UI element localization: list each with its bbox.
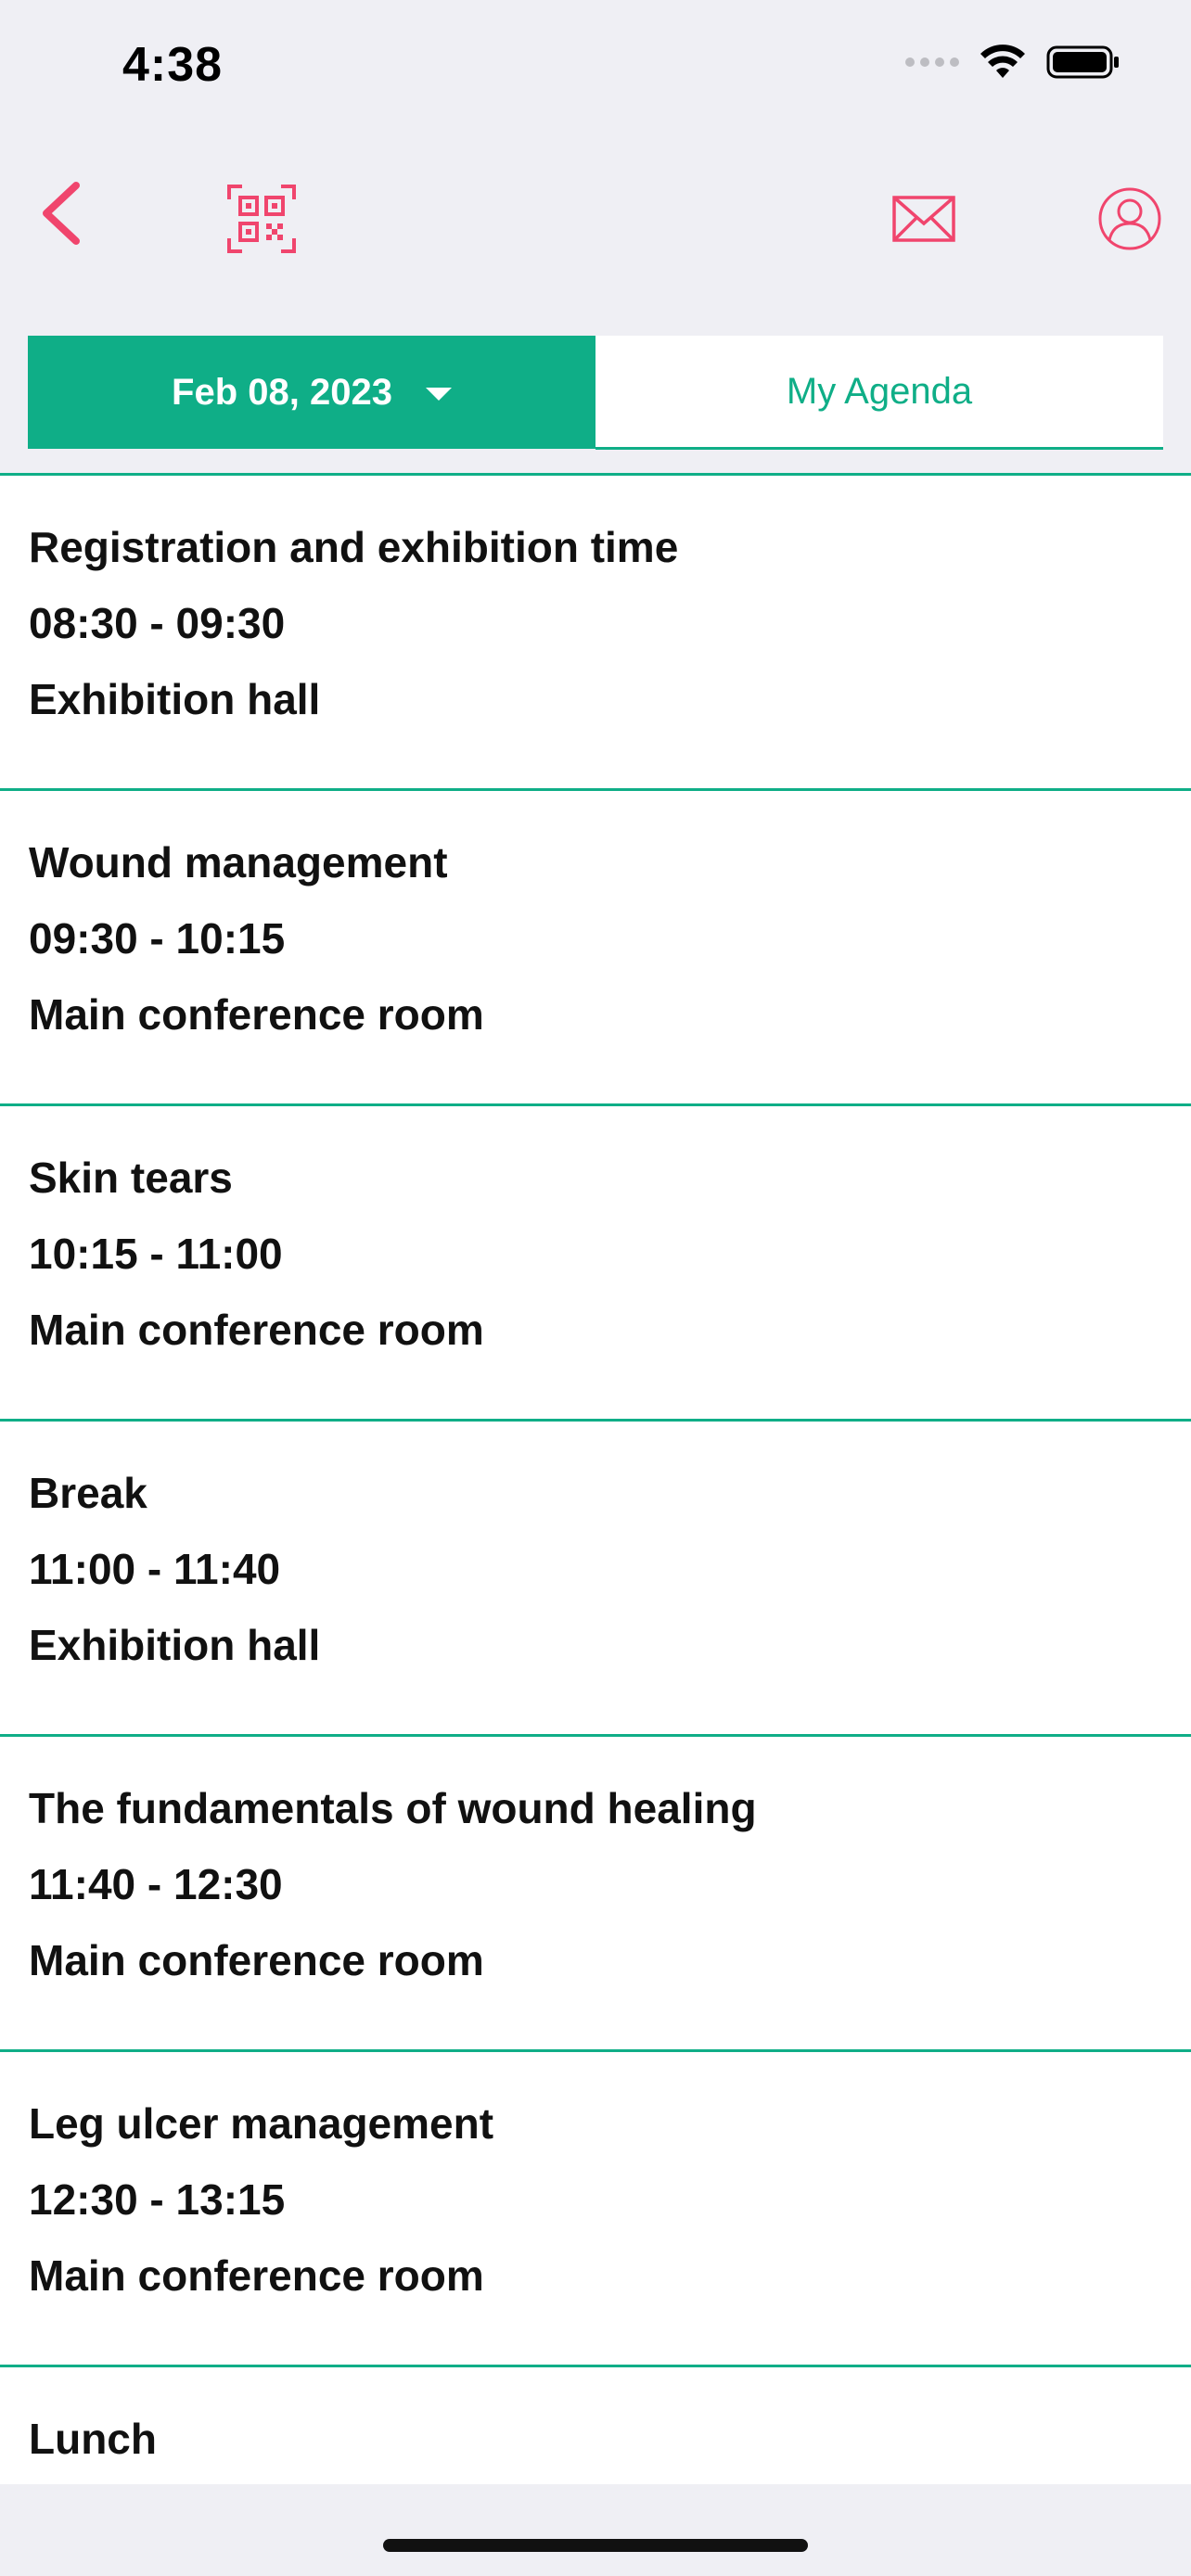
session-title: Lunch — [29, 2415, 157, 2463]
list-item[interactable]: Break 11:00 - 11:40 Exhibition hall — [0, 1422, 1191, 1737]
cellular-signal-icon — [905, 57, 959, 67]
session-location: Main conference room — [29, 1936, 484, 1984]
session-location: Exhibition hall — [29, 1621, 321, 1669]
wifi-icon — [980, 45, 1025, 78]
profile-button[interactable] — [1096, 185, 1163, 252]
session-time: 11:40 - 12:30 — [29, 1860, 283, 1908]
date-selector[interactable]: Feb 08, 2023 — [28, 336, 596, 449]
qr-scan-button[interactable] — [226, 184, 297, 254]
session-location: Main conference room — [29, 2251, 484, 2300]
my-agenda-label: My Agenda — [786, 370, 973, 412]
session-title: Leg ulcer management — [29, 2099, 494, 2148]
back-button[interactable] — [28, 176, 93, 250]
date-label: Feb 08, 2023 — [172, 371, 392, 413]
list-item[interactable]: Leg ulcer management 12:30 - 13:15 Main … — [0, 2052, 1191, 2367]
mail-button[interactable] — [890, 191, 957, 247]
session-title: Skin tears — [29, 1154, 233, 1202]
status-indicators — [905, 45, 1121, 80]
list-item[interactable]: The fundamentals of wound healing 11:40 … — [0, 1737, 1191, 2052]
status-bar: 4:38 — [0, 0, 1191, 139]
session-title: The fundamentals of wound healing — [29, 1784, 757, 1832]
session-title: Break — [29, 1469, 147, 1517]
session-title: Wound management — [29, 838, 448, 886]
session-time: 09:30 - 10:15 — [29, 914, 286, 963]
tab-my-agenda[interactable]: My Agenda — [596, 336, 1163, 450]
session-time: 12:30 - 13:15 — [29, 2175, 286, 2224]
status-time: 4:38 — [122, 38, 224, 92]
session-location: Main conference room — [29, 990, 484, 1039]
user-circle-icon — [1098, 187, 1161, 250]
envelope-icon — [892, 196, 955, 242]
session-time: 10:15 - 11:00 — [29, 1230, 283, 1278]
agenda-list: Registration and exhibition time 08:30 -… — [0, 473, 1191, 2484]
chevron-left-icon — [43, 182, 80, 245]
session-location: Main conference room — [29, 1306, 484, 1354]
caret-down-icon — [425, 388, 452, 401]
session-location: Exhibition hall — [29, 675, 321, 723]
list-item[interactable]: Wound management 09:30 - 10:15 Main conf… — [0, 791, 1191, 1106]
navigation-bar — [0, 139, 1191, 334]
home-indicator[interactable] — [383, 2539, 808, 2552]
session-time: 11:00 - 11:40 — [29, 1545, 281, 1593]
battery-icon — [1046, 45, 1119, 79]
qr-scan-icon — [227, 185, 296, 253]
session-time: 08:30 - 09:30 — [29, 599, 286, 647]
session-title: Registration and exhibition time — [29, 523, 679, 571]
list-item[interactable]: Registration and exhibition time 08:30 -… — [0, 476, 1191, 791]
agenda-segmented-control: Feb 08, 2023 My Agenda — [28, 336, 1163, 450]
list-item[interactable]: Skin tears 10:15 - 11:00 Main conference… — [0, 1106, 1191, 1422]
list-item[interactable]: Lunch — [0, 2367, 1191, 2484]
